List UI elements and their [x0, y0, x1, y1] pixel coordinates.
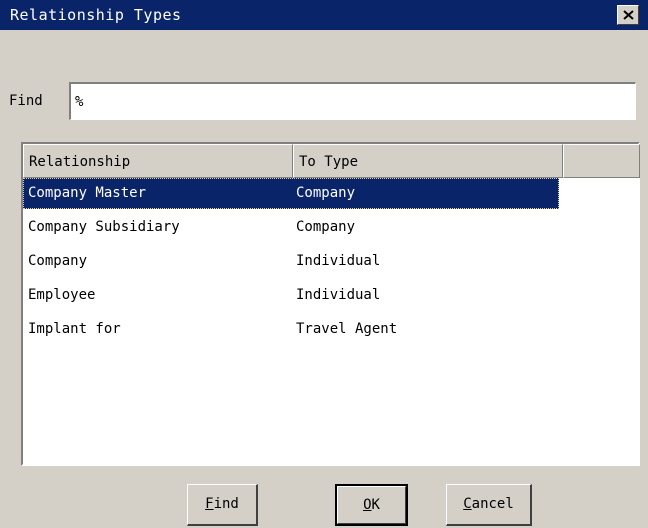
- relationship-list[interactable]: Relationship To Type Company Master Comp…: [21, 142, 640, 466]
- to-type-cell: Travel Agent: [296, 321, 398, 337]
- to-type-cell: Individual: [296, 287, 381, 303]
- relationship-cell: Company Subsidiary: [28, 219, 180, 235]
- list-row[interactable]: Company Master Company: [23, 178, 559, 209]
- find-button-mnemonic: F: [205, 496, 214, 512]
- list-row[interactable]: Company Subsidiary Company: [23, 212, 559, 243]
- list-row[interactable]: Implant for Travel Agent: [23, 314, 559, 345]
- cancel-button-label: ancel: [471, 496, 514, 512]
- column-header-to-type[interactable]: To Type: [293, 144, 563, 178]
- relationship-cell: Employee: [28, 287, 96, 303]
- ok-button[interactable]: OK: [335, 484, 408, 526]
- list-row[interactable]: Employee Individual: [23, 280, 559, 311]
- close-button[interactable]: [617, 5, 639, 25]
- list-row[interactable]: Company Individual: [23, 246, 559, 277]
- find-button-label: ind: [213, 496, 239, 512]
- relationship-cell: Implant for: [28, 321, 121, 337]
- ok-button-mnemonic: O: [363, 497, 372, 513]
- find-button[interactable]: Find: [187, 484, 258, 526]
- relationship-cell: Company: [28, 253, 88, 269]
- relationship-types-dialog: Relationship Types Find Relationship To …: [0, 0, 648, 528]
- title-bar[interactable]: Relationship Types: [0, 0, 648, 30]
- column-header-relationship[interactable]: Relationship: [23, 144, 293, 178]
- to-type-cell: Company: [296, 219, 356, 235]
- ok-button-label: K: [371, 497, 380, 513]
- column-header-filler: [563, 144, 640, 178]
- close-icon: [623, 10, 634, 20]
- cancel-button[interactable]: Cancel: [446, 484, 532, 526]
- to-type-cell: Company: [296, 185, 356, 201]
- find-label: Find: [9, 93, 43, 109]
- relationship-cell: Company Master: [28, 185, 147, 201]
- to-type-cell: Individual: [296, 253, 381, 269]
- find-input[interactable]: [69, 82, 636, 120]
- window-title: Relationship Types: [10, 6, 182, 24]
- cancel-button-mnemonic: C: [463, 496, 472, 512]
